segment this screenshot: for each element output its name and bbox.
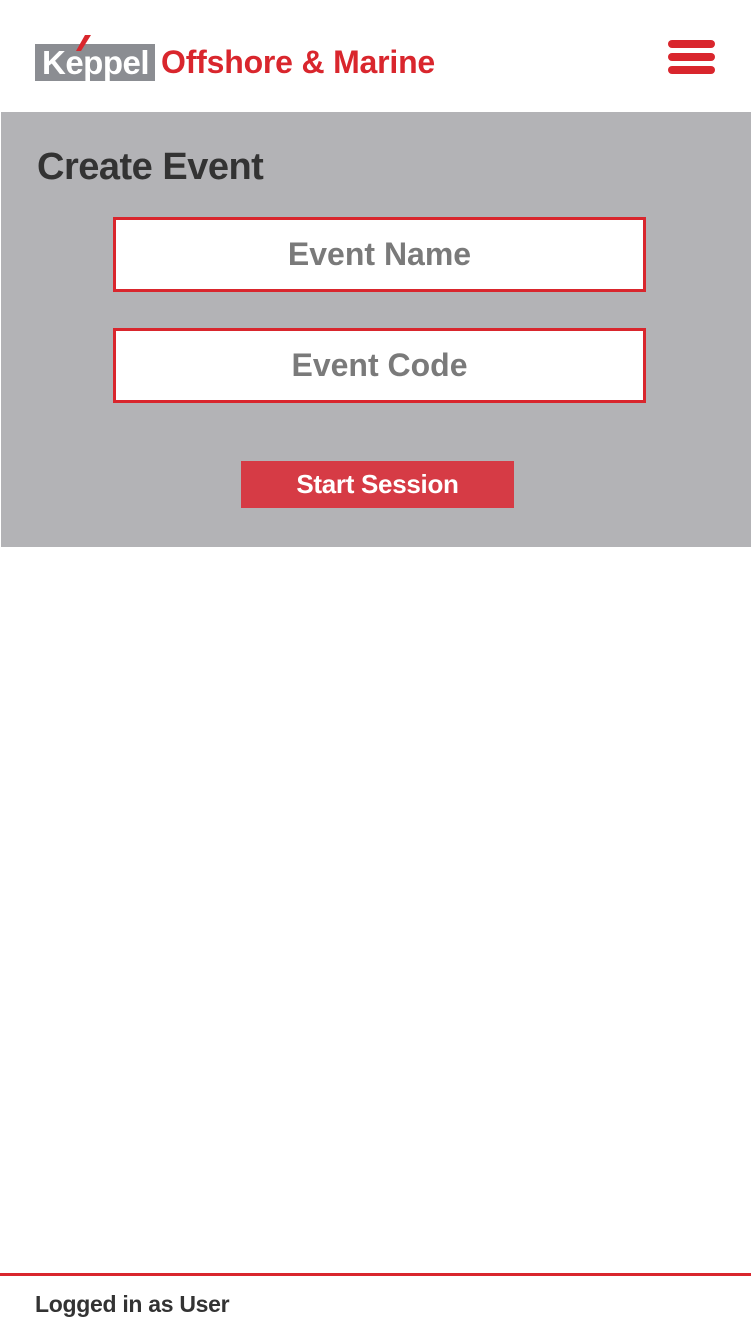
- app-screen: Keppel Offshore & Marine Create Event St…: [0, 0, 751, 1334]
- menu-bar-bottom: [668, 66, 715, 74]
- hamburger-menu-icon[interactable]: [668, 40, 715, 74]
- event-name-input[interactable]: [113, 217, 646, 292]
- menu-bar-top: [668, 40, 715, 48]
- logo-accent-mark: [76, 35, 91, 51]
- app-header: Keppel Offshore & Marine: [0, 0, 751, 112]
- menu-bar-middle: [668, 53, 715, 61]
- logo-brand: Keppel: [35, 35, 156, 81]
- create-event-panel: Create Event Start Session: [1, 112, 751, 547]
- company-logo: Keppel Offshore & Marine: [35, 33, 435, 81]
- login-status: Logged in as User: [35, 1291, 230, 1317]
- logo-tagline: Offshore & Marine: [161, 44, 436, 80]
- logo-brand-text: Keppel: [42, 44, 150, 81]
- page-title: Create Event: [37, 146, 264, 188]
- start-session-button[interactable]: Start Session: [241, 461, 514, 508]
- event-code-input[interactable]: [113, 328, 646, 403]
- footer-divider: [0, 1273, 751, 1276]
